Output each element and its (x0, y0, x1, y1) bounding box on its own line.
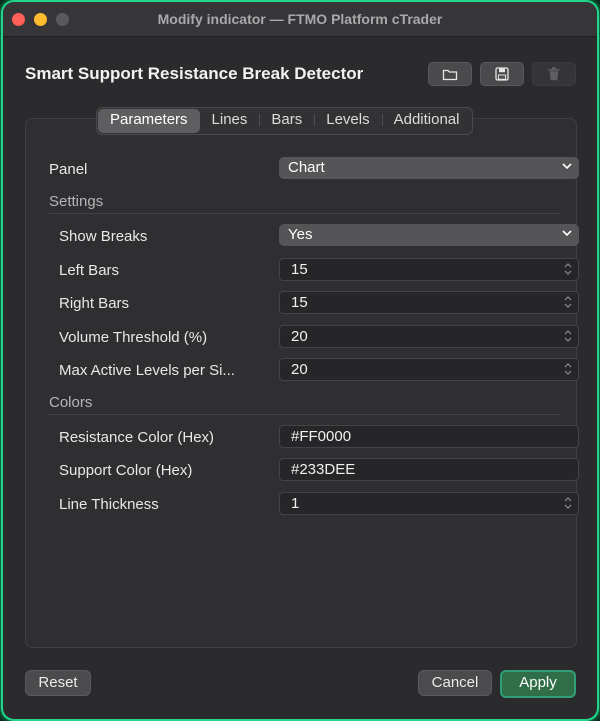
chevron-down-icon (562, 230, 572, 237)
title-bar[interactable]: Modify indicator — FTMO Platform cTrader (3, 2, 597, 37)
max-active-levels-input[interactable]: 20 (279, 358, 579, 381)
support-color-label: Support Color (Hex) (59, 462, 193, 479)
save-preset-button[interactable] (480, 62, 524, 86)
open-preset-button[interactable] (428, 62, 472, 86)
right-bars-input[interactable]: 15 (279, 291, 579, 314)
delete-preset-button[interactable] (532, 62, 576, 86)
indicator-title: Smart Support Resistance Break Detector (25, 64, 364, 83)
trash-icon (548, 67, 560, 81)
resistance-color-input[interactable]: #FF0000 (279, 425, 579, 448)
tab-parameters[interactable]: Parameters (98, 109, 200, 133)
save-icon (495, 67, 509, 81)
stepper-icon[interactable] (564, 329, 572, 343)
left-bars-label: Left Bars (59, 262, 120, 279)
panel-select[interactable]: Chart (279, 157, 579, 179)
stepper-icon[interactable] (564, 262, 572, 276)
stepper-icon[interactable] (564, 295, 572, 309)
stepper-icon[interactable] (564, 496, 572, 510)
tab-bars[interactable]: Bars (259, 109, 314, 133)
tab-levels[interactable]: Levels (314, 109, 381, 133)
tab-bar: Parameters Lines Bars Levels Additional (96, 107, 474, 135)
settings-divider (49, 213, 560, 214)
resistance-color-label: Resistance Color (Hex) (59, 429, 215, 446)
show-breaks-value: Yes (288, 226, 313, 243)
line-thickness-label: Line Thickness (59, 496, 159, 513)
modify-indicator-window: Modify indicator — FTMO Platform cTrader… (3, 2, 597, 719)
support-color-value: #233DEE (291, 461, 356, 478)
stepper-icon[interactable] (564, 362, 572, 376)
cancel-button[interactable]: Cancel (418, 670, 492, 696)
panel-label: Panel (49, 161, 88, 178)
apply-button[interactable]: Apply (500, 670, 576, 698)
settings-section-header: Settings (49, 193, 104, 210)
right-bars-label: Right Bars (59, 295, 130, 312)
window-title: Modify indicator — FTMO Platform cTrader (157, 11, 443, 27)
colors-section-header: Colors (49, 394, 93, 411)
reset-button[interactable]: Reset (25, 670, 91, 696)
line-thickness-input[interactable]: 1 (279, 492, 579, 515)
panel-select-value: Chart (288, 159, 325, 176)
support-color-input[interactable]: #233DEE (279, 458, 579, 481)
chevron-down-icon (562, 163, 572, 170)
left-bars-input[interactable]: 15 (279, 258, 579, 281)
max-active-levels-label: Max Active Levels per Si... (59, 362, 235, 379)
volume-threshold-input[interactable]: 20 (279, 325, 579, 348)
volume-threshold-label: Volume Threshold (%) (59, 329, 208, 346)
left-bars-value: 15 (291, 261, 308, 278)
tab-lines[interactable]: Lines (200, 109, 260, 133)
volume-threshold-value: 20 (291, 328, 308, 345)
show-breaks-select[interactable]: Yes (279, 224, 579, 246)
folder-icon (442, 69, 458, 80)
colors-divider (49, 414, 560, 415)
right-bars-value: 15 (291, 294, 308, 311)
resistance-color-value: #FF0000 (291, 428, 352, 445)
parameters-panel: Panel Chart Settings Show Breaks Yes Lef… (25, 118, 579, 648)
tab-additional[interactable]: Additional (381, 109, 472, 133)
line-thickness-value: 1 (291, 495, 300, 512)
show-breaks-label: Show Breaks (59, 228, 148, 245)
max-active-levels-value: 20 (291, 361, 308, 378)
